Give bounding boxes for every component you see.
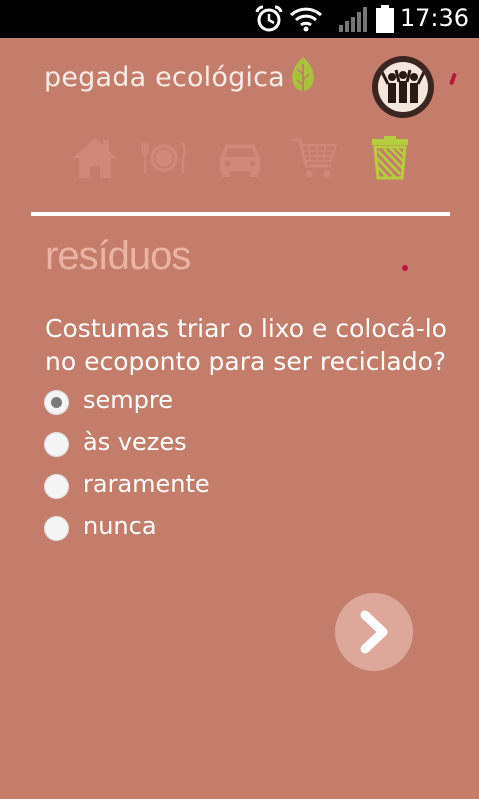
trash-bin-icon[interactable] — [366, 136, 414, 180]
profile-avatar[interactable] — [372, 56, 434, 118]
house-icon[interactable] — [71, 136, 119, 180]
radio-button[interactable] — [44, 390, 69, 415]
option-label: raramente — [83, 470, 210, 498]
option-label: às vezes — [83, 428, 187, 456]
app-name: pegada ecológica — [44, 62, 285, 93]
decorative-mark — [449, 72, 457, 86]
radio-button[interactable] — [44, 432, 69, 457]
option-label: sempre — [83, 386, 173, 414]
clock-time: 17:36 — [399, 4, 469, 32]
wifi-icon — [289, 7, 323, 32]
battery-icon — [376, 5, 394, 33]
radio-button[interactable] — [44, 516, 69, 541]
section-title: resíduos — [45, 234, 191, 278]
question-text: Costumas triar o lixo e colocá-lo no eco… — [45, 314, 447, 376]
next-button[interactable] — [335, 593, 413, 671]
option-label: nunca — [83, 512, 157, 540]
group-people-icon — [380, 69, 426, 103]
status-bar: 17:36 — [0, 0, 479, 38]
car-icon[interactable] — [216, 136, 264, 180]
app-screen: pegada ecológica resíduos Costumas triar… — [0, 38, 479, 799]
shopping-cart-icon[interactable] — [291, 136, 339, 180]
signal-icon — [339, 7, 367, 32]
chevron-right-icon — [360, 610, 388, 654]
plate-cutlery-icon[interactable] — [140, 136, 188, 180]
decorative-dot — [402, 265, 408, 271]
divider — [31, 212, 450, 216]
leaf-icon — [292, 57, 314, 95]
alarm-icon — [255, 5, 283, 32]
radio-button[interactable] — [44, 474, 69, 499]
